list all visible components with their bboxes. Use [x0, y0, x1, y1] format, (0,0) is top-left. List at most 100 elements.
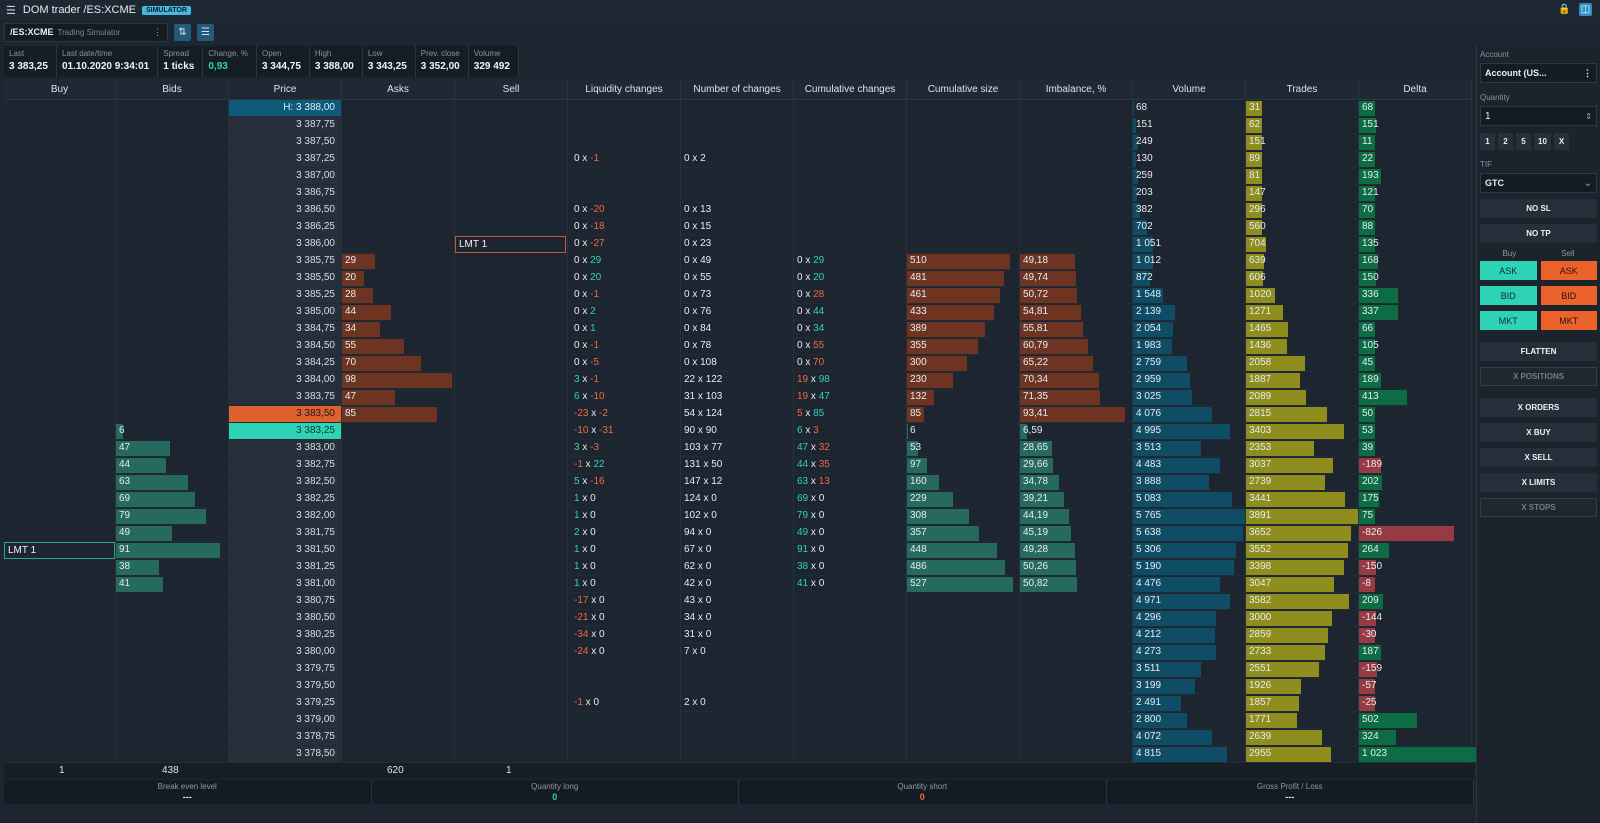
- price-cell[interactable]: 3 381,75: [229, 525, 341, 542]
- quantity-stepper[interactable]: 1 ⇕: [1480, 106, 1597, 126]
- cumulative-size-cell[interactable]: [907, 202, 1019, 219]
- imbalance-cell[interactable]: 49,18: [1020, 253, 1132, 270]
- liquidity-cell[interactable]: -24 x 0: [568, 644, 680, 661]
- imbalance-cell[interactable]: 45,19: [1020, 525, 1132, 542]
- volume-cell[interactable]: 4 815: [1133, 746, 1245, 763]
- ask-cell[interactable]: [342, 168, 454, 185]
- cancel-sell-button[interactable]: X SELL: [1480, 448, 1597, 467]
- ask-cell[interactable]: 20: [342, 270, 454, 287]
- cumulative-size-cell[interactable]: [907, 644, 1019, 661]
- volume-cell[interactable]: 2 139: [1133, 304, 1245, 321]
- volume-cell[interactable]: 4 476: [1133, 576, 1245, 593]
- changes-count-cell[interactable]: [681, 678, 793, 695]
- column-header-cumsize[interactable]: Cumulative size: [907, 80, 1020, 100]
- delta-cell[interactable]: 75: [1359, 508, 1471, 525]
- price-cell[interactable]: 3 384,00: [229, 372, 341, 389]
- imbalance-cell[interactable]: 70,34: [1020, 372, 1132, 389]
- cumulative-change-cell[interactable]: 69 x 0: [794, 491, 906, 508]
- changes-count-cell[interactable]: 43 x 0: [681, 593, 793, 610]
- trades-cell[interactable]: 1436: [1246, 338, 1358, 355]
- sell-cell[interactable]: [455, 593, 567, 610]
- changes-count-cell[interactable]: 94 x 0: [681, 525, 793, 542]
- changes-count-cell[interactable]: 0 x 78: [681, 338, 793, 355]
- sell-cell[interactable]: [455, 185, 567, 202]
- changes-count-cell[interactable]: [681, 746, 793, 763]
- cumulative-size-cell[interactable]: 355: [907, 338, 1019, 355]
- liquidity-cell[interactable]: [568, 661, 680, 678]
- imbalance-cell[interactable]: [1020, 678, 1132, 695]
- liquidity-cell[interactable]: [568, 729, 680, 746]
- column-header-buy[interactable]: Buy: [4, 80, 116, 100]
- buy-cell[interactable]: [4, 287, 115, 304]
- ask-cell[interactable]: [342, 117, 454, 134]
- ask-cell[interactable]: 28: [342, 287, 454, 304]
- buy-cell[interactable]: [4, 338, 115, 355]
- sell-cell[interactable]: LMT 1: [455, 236, 567, 253]
- trades-cell[interactable]: 2815: [1246, 406, 1358, 423]
- delta-cell[interactable]: 324: [1359, 729, 1471, 746]
- volume-cell[interactable]: 3 888: [1133, 474, 1245, 491]
- volume-cell[interactable]: 259: [1133, 168, 1245, 185]
- price-cell[interactable]: 3 387,75: [229, 117, 341, 134]
- delta-cell[interactable]: 168: [1359, 253, 1471, 270]
- price-cell[interactable]: 3 381,00: [229, 576, 341, 593]
- buy-cell[interactable]: [4, 389, 115, 406]
- buy-cell[interactable]: [4, 678, 115, 695]
- price-cell[interactable]: H: 3 388,00: [229, 100, 341, 117]
- changes-count-cell[interactable]: 147 x 12: [681, 474, 793, 491]
- sell-cell[interactable]: [455, 542, 567, 559]
- no-tp-button[interactable]: NO TP: [1480, 224, 1597, 243]
- delta-cell[interactable]: -189: [1359, 457, 1471, 474]
- delta-cell[interactable]: 1 023: [1359, 746, 1477, 763]
- changes-count-cell[interactable]: [681, 100, 793, 117]
- cumulative-change-cell[interactable]: [794, 729, 906, 746]
- buy-cell[interactable]: [4, 508, 115, 525]
- delta-cell[interactable]: 264: [1359, 542, 1471, 559]
- buy-cell[interactable]: [4, 117, 115, 134]
- quantity-preset-button[interactable]: 2: [1498, 133, 1513, 150]
- imbalance-cell[interactable]: [1020, 202, 1132, 219]
- buy-cell[interactable]: [4, 100, 115, 117]
- volume-cell[interactable]: 2 959: [1133, 372, 1245, 389]
- imbalance-cell[interactable]: 28,65: [1020, 440, 1132, 457]
- cumulative-size-cell[interactable]: [907, 610, 1019, 627]
- liquidity-cell[interactable]: 0 x -1: [568, 151, 680, 168]
- trades-cell[interactable]: 3552: [1246, 542, 1358, 559]
- imbalance-cell[interactable]: [1020, 729, 1132, 746]
- buy-cell[interactable]: [4, 321, 115, 338]
- cumulative-change-cell[interactable]: 47 x 32: [794, 440, 906, 457]
- price-cell[interactable]: 3 381,50: [229, 542, 341, 559]
- cumulative-change-cell[interactable]: 0 x 44: [794, 304, 906, 321]
- liquidity-cell[interactable]: 0 x 20: [568, 270, 680, 287]
- trades-cell[interactable]: 704: [1246, 236, 1358, 253]
- bid-cell[interactable]: [116, 321, 228, 338]
- cumulative-change-cell[interactable]: [794, 695, 906, 712]
- imbalance-cell[interactable]: 50,82: [1020, 576, 1132, 593]
- buy-cell[interactable]: [4, 661, 115, 678]
- liquidity-cell[interactable]: 0 x -27: [568, 236, 680, 253]
- buy-cell[interactable]: [4, 576, 115, 593]
- cumulative-change-cell[interactable]: 0 x 29: [794, 253, 906, 270]
- cumulative-size-cell[interactable]: [907, 712, 1019, 729]
- bid-cell[interactable]: [116, 117, 228, 134]
- changes-count-cell[interactable]: 131 x 50: [681, 457, 793, 474]
- trades-cell[interactable]: 2739: [1246, 474, 1358, 491]
- liquidity-cell[interactable]: [568, 100, 680, 117]
- account-selector[interactable]: Account (US... ⋮: [1480, 63, 1597, 83]
- trades-cell[interactable]: 3652: [1246, 525, 1358, 542]
- liquidity-cell[interactable]: 0 x -1: [568, 338, 680, 355]
- sell-cell[interactable]: [455, 440, 567, 457]
- flatten-button[interactable]: FLATTEN: [1480, 342, 1597, 361]
- cumulative-change-cell[interactable]: [794, 185, 906, 202]
- ask-cell[interactable]: 34: [342, 321, 454, 338]
- price-cell[interactable]: 3 384,50: [229, 338, 341, 355]
- volume-cell[interactable]: 4 076: [1133, 406, 1245, 423]
- delta-cell[interactable]: 88: [1359, 219, 1471, 236]
- volume-cell[interactable]: 5 765: [1133, 508, 1245, 525]
- imbalance-cell[interactable]: [1020, 746, 1132, 763]
- delta-cell[interactable]: 187: [1359, 644, 1471, 661]
- trades-cell[interactable]: 2955: [1246, 746, 1358, 763]
- liquidity-cell[interactable]: [568, 134, 680, 151]
- sell-cell[interactable]: [455, 423, 567, 440]
- price-cell[interactable]: 3 380,25: [229, 627, 341, 644]
